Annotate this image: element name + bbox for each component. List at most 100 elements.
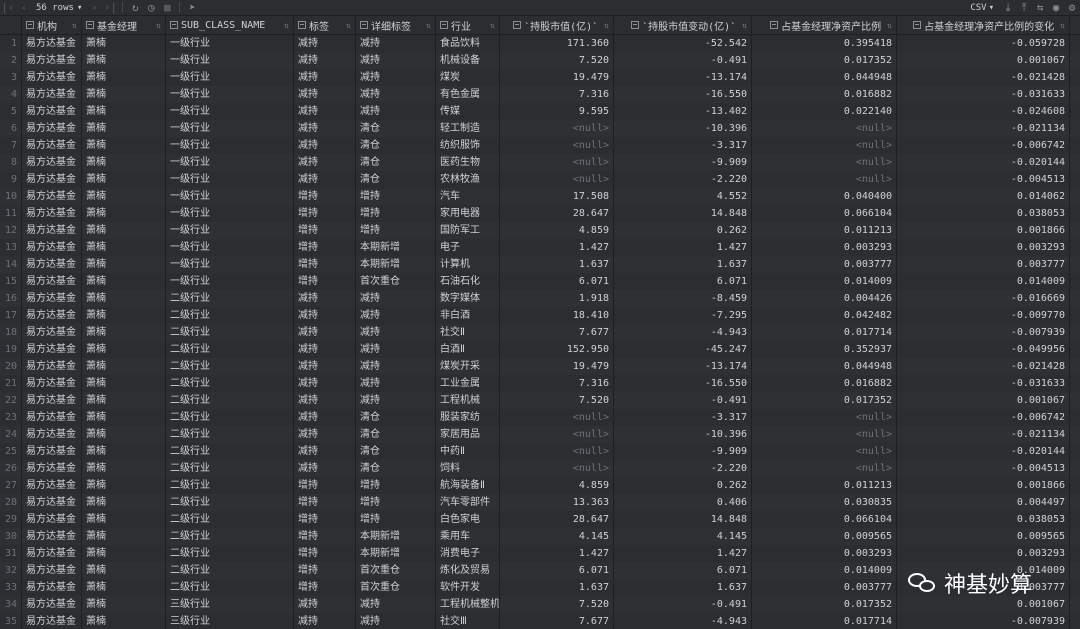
table-cell[interactable]: 萧楠 xyxy=(82,528,166,545)
table-cell[interactable]: 首次重仓 xyxy=(356,579,436,596)
table-cell[interactable]: 萧楠 xyxy=(82,290,166,307)
table-cell[interactable]: 萧楠 xyxy=(82,477,166,494)
table-cell[interactable]: 易方达基金 xyxy=(22,256,82,273)
column-header[interactable]: 标签 ⇅ xyxy=(294,16,356,34)
table-row[interactable]: 14 易方达基金 萧楠 一级行业 增持 本期新增 计算机 1.637 1.637 0.003777… xyxy=(0,256,1080,273)
table-cell[interactable]: 28.647 xyxy=(500,511,614,528)
table-cell[interactable]: -0.016669 xyxy=(897,290,1070,307)
table-cell[interactable]: <null> xyxy=(752,426,897,443)
table-cell[interactable]: 饲料 xyxy=(436,460,500,477)
table-cell[interactable]: 4.859 xyxy=(500,477,614,494)
table-cell[interactable]: -16.550 xyxy=(614,86,752,103)
table-cell[interactable]: 软件开发 xyxy=(436,579,500,596)
table-cell[interactable]: -9.909 xyxy=(614,443,752,460)
table-cell[interactable]: -0.007939 xyxy=(897,613,1070,629)
table-cell[interactable]: 一级行业 xyxy=(166,35,294,52)
table-cell[interactable]: 易方达基金 xyxy=(22,222,82,239)
table-cell[interactable]: 7.520 xyxy=(500,596,614,613)
table-cell[interactable]: 社交Ⅲ xyxy=(436,613,500,629)
table-cell[interactable]: 白酒Ⅱ xyxy=(436,341,500,358)
column-header[interactable]: 占基金经理净资产比例 ⇅ xyxy=(752,16,897,34)
table-cell[interactable]: 易方达基金 xyxy=(22,477,82,494)
table-cell[interactable]: <null> xyxy=(752,409,897,426)
table-cell[interactable]: 0.001866 xyxy=(897,222,1070,239)
table-cell[interactable]: 增持 xyxy=(356,188,436,205)
table-row[interactable]: 28 易方达基金 萧楠 二级行业 增持 增持 汽车零部件 13.363 0.406 0.03083… xyxy=(0,494,1080,511)
table-cell[interactable]: 工程机械整机 xyxy=(436,596,500,613)
table-cell[interactable]: 乘用车 xyxy=(436,528,500,545)
table-cell[interactable]: 7.520 xyxy=(500,392,614,409)
table-cell[interactable]: 一级行业 xyxy=(166,154,294,171)
table-cell[interactable]: 二级行业 xyxy=(166,341,294,358)
table-cell[interactable]: 服装家纺 xyxy=(436,409,500,426)
sort-icon[interactable]: ⇅ xyxy=(604,21,609,30)
table-cell[interactable]: 减持 xyxy=(294,52,356,69)
table-row[interactable]: 31 易方达基金 萧楠 二级行业 增持 本期新增 消费电子 1.427 1.427 0.00329… xyxy=(0,545,1080,562)
column-header[interactable]: `持股市值变动(亿)` ⇅ xyxy=(614,16,752,34)
table-cell[interactable]: 0.044948 xyxy=(752,358,897,375)
table-cell[interactable]: 二级行业 xyxy=(166,562,294,579)
table-cell[interactable]: 航海装备Ⅱ xyxy=(436,477,500,494)
table-cell[interactable]: 减持 xyxy=(294,596,356,613)
table-cell[interactable]: 0.038053 xyxy=(897,205,1070,222)
table-cell[interactable]: 非白酒 xyxy=(436,307,500,324)
table-row[interactable]: 3 易方达基金 萧楠 一级行业 减持 减持 煤炭 19.479 -13.174 0.044948-… xyxy=(0,69,1080,86)
table-cell[interactable]: -0.031633 xyxy=(897,86,1070,103)
table-cell[interactable]: 萧楠 xyxy=(82,69,166,86)
table-cell[interactable]: 0.038053 xyxy=(897,511,1070,528)
table-cell[interactable]: 0.042482 xyxy=(752,307,897,324)
table-cell[interactable]: 增持 xyxy=(294,511,356,528)
table-cell[interactable]: 二级行业 xyxy=(166,494,294,511)
table-cell[interactable]: 减持 xyxy=(294,86,356,103)
table-cell[interactable]: 0.014009 xyxy=(897,273,1070,290)
table-cell[interactable]: 减持 xyxy=(356,613,436,629)
table-cell[interactable]: 萧楠 xyxy=(82,307,166,324)
table-cell[interactable]: 易方达基金 xyxy=(22,443,82,460)
pin-icon[interactable]: ➤ xyxy=(184,0,200,16)
table-cell[interactable]: <null> xyxy=(752,443,897,460)
table-cell[interactable]: 易方达基金 xyxy=(22,613,82,629)
table-row[interactable]: 1 易方达基金 萧楠 一级行业 减持 减持 食品饮料 171.360 -52.542 0.3954… xyxy=(0,35,1080,52)
table-cell[interactable]: 煤炭开采 xyxy=(436,358,500,375)
table-cell[interactable]: 石油石化 xyxy=(436,273,500,290)
table-cell[interactable]: 1.637 xyxy=(500,256,614,273)
table-cell[interactable]: 二级行业 xyxy=(166,460,294,477)
table-cell[interactable]: 一级行业 xyxy=(166,222,294,239)
table-cell[interactable]: 减持 xyxy=(294,120,356,137)
table-cell[interactable]: 1.918 xyxy=(500,290,614,307)
table-cell[interactable]: 增持 xyxy=(294,494,356,511)
table-cell[interactable]: <null> xyxy=(752,120,897,137)
table-cell[interactable]: <null> xyxy=(752,154,897,171)
table-cell[interactable]: -10.396 xyxy=(614,120,752,137)
table-cell[interactable]: 工业金属 xyxy=(436,375,500,392)
table-cell[interactable]: 4.859 xyxy=(500,222,614,239)
table-cell[interactable]: 4.145 xyxy=(500,528,614,545)
table-cell[interactable]: -0.004513 xyxy=(897,460,1070,477)
table-row[interactable]: 12 易方达基金 萧楠 一级行业 增持 增持 国防军工 4.859 0.262 0.011213 0… xyxy=(0,222,1080,239)
table-cell[interactable]: 易方达基金 xyxy=(22,460,82,477)
table-cell[interactable]: 易方达基金 xyxy=(22,528,82,545)
table-cell[interactable]: 0.014062 xyxy=(897,188,1070,205)
table-cell[interactable]: 二级行业 xyxy=(166,290,294,307)
table-cell[interactable]: 减持 xyxy=(294,392,356,409)
table-cell[interactable]: 6.071 xyxy=(500,273,614,290)
table-cell[interactable]: 易方达基金 xyxy=(22,579,82,596)
table-cell[interactable]: 一级行业 xyxy=(166,188,294,205)
table-cell[interactable]: 萧楠 xyxy=(82,460,166,477)
table-cell[interactable]: 0.004426 xyxy=(752,290,897,307)
table-cell[interactable]: 19.479 xyxy=(500,69,614,86)
table-cell[interactable]: 萧楠 xyxy=(82,375,166,392)
table-cell[interactable]: 7.520 xyxy=(500,52,614,69)
table-cell[interactable]: 萧楠 xyxy=(82,511,166,528)
next-page-icon[interactable]: › xyxy=(86,0,102,16)
table-cell[interactable]: -0.007939 xyxy=(897,324,1070,341)
table-cell[interactable]: -2.220 xyxy=(614,171,752,188)
table-cell[interactable]: 增持 xyxy=(294,528,356,545)
stop-icon[interactable]: ■ xyxy=(159,0,175,16)
table-cell[interactable]: 易方达基金 xyxy=(22,239,82,256)
table-cell[interactable]: 0.016882 xyxy=(752,375,897,392)
table-cell[interactable]: -0.020144 xyxy=(897,154,1070,171)
table-cell[interactable]: 易方达基金 xyxy=(22,86,82,103)
table-cell[interactable]: 清仓 xyxy=(356,137,436,154)
table-cell[interactable]: <null> xyxy=(500,426,614,443)
